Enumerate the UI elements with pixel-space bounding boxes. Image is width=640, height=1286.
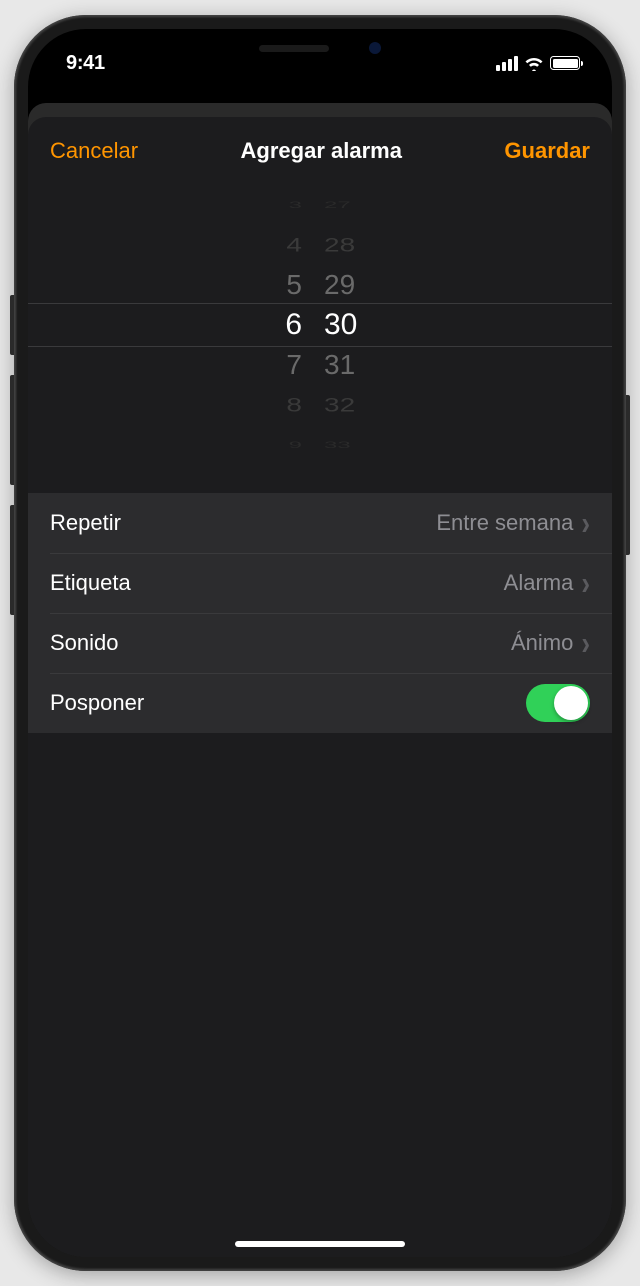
picker-hour-item[interactable]: 3 [289,197,302,213]
picker-hour-item[interactable]: 5 [286,265,302,305]
snooze-toggle[interactable] [526,684,590,722]
picker-hour-selected[interactable]: 6 [285,305,302,345]
repeat-row[interactable]: Repetir Entre semana › [28,493,612,553]
picker-min-item[interactable]: 28 [324,231,355,259]
add-alarm-modal: Cancelar Agregar alarma Guardar 3 4 5 6 … [28,117,612,1257]
cellular-signal-icon [496,56,518,71]
hour-picker[interactable]: 3 4 5 6 7 8 9 [240,185,320,465]
sound-value: Ánimo [511,630,573,656]
cancel-button[interactable]: Cancelar [50,138,138,164]
snooze-row: Posponer [28,673,612,733]
sound-row[interactable]: Sonido Ánimo › [28,613,612,673]
picker-hour-item[interactable]: 4 [286,231,302,259]
picker-min-item[interactable]: 31 [324,345,355,385]
page-title: Agregar alarma [241,138,402,164]
picker-hour-item[interactable]: 9 [289,437,302,453]
snooze-label: Posponer [50,690,144,716]
label-row[interactable]: Etiqueta Alarma › [28,553,612,613]
iphone-frame: 9:41 Cancelar Agregar alarma Guardar [14,15,626,1271]
status-time: 9:41 [66,52,105,75]
sound-label: Sonido [50,630,119,656]
label-label: Etiqueta [50,570,131,596]
minute-picker[interactable]: 27 28 29 30 31 32 33 [320,185,400,465]
notch [190,29,450,67]
label-value: Alarma [504,570,574,596]
picker-hour-item[interactable]: 7 [286,345,302,385]
picker-min-selected[interactable]: 30 [324,305,357,345]
alarm-settings-list: Repetir Entre semana › Etiqueta Alarma ›… [28,493,612,733]
save-button[interactable]: Guardar [504,138,590,164]
picker-min-item[interactable]: 29 [324,265,355,305]
chevron-right-icon: › [581,563,590,603]
status-icons [496,56,580,71]
picker-min-item[interactable]: 33 [324,437,351,453]
chevron-right-icon: › [581,623,590,663]
battery-icon [550,56,580,70]
picker-min-item[interactable]: 32 [324,391,355,419]
home-indicator[interactable] [235,1241,405,1247]
wifi-icon [524,56,544,71]
repeat-label: Repetir [50,510,121,536]
chevron-right-icon: › [581,503,590,543]
picker-min-item[interactable]: 27 [324,197,351,213]
repeat-value: Entre semana [436,510,573,536]
time-picker[interactable]: 3 4 5 6 7 8 9 27 28 29 30 31 32 33 [28,185,612,465]
screen: 9:41 Cancelar Agregar alarma Guardar [28,29,612,1257]
nav-bar: Cancelar Agregar alarma Guardar [28,117,612,185]
picker-hour-item[interactable]: 8 [286,391,302,419]
